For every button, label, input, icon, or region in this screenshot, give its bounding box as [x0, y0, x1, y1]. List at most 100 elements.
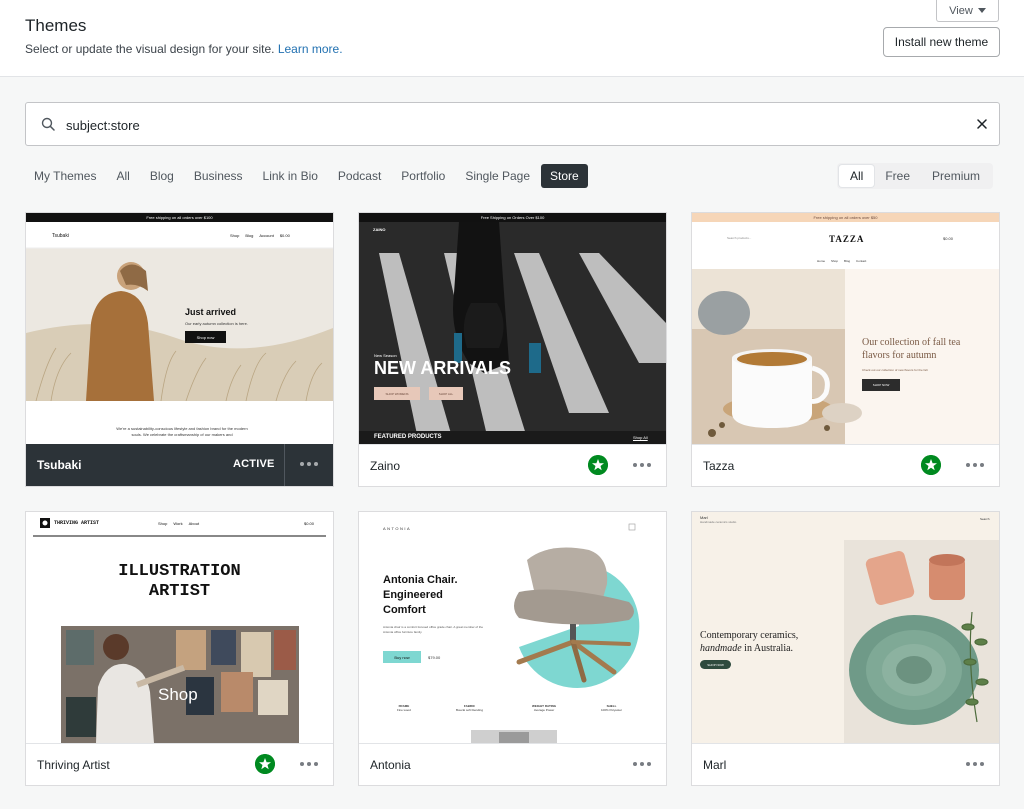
ellipsis-icon[interactable]: [300, 758, 320, 770]
filter-premium[interactable]: Premium: [921, 165, 991, 187]
close-icon[interactable]: [976, 118, 988, 130]
theme-preview[interactable]: Free shipping on all orders over $100 Ts…: [26, 213, 333, 444]
theme-name: Marl: [703, 758, 727, 772]
theme-preview[interactable]: Free shipping on all orders over $50 Sea…: [692, 213, 999, 444]
preview-nav-item: Shop: [158, 521, 168, 526]
preview-banner: Free shipping on all orders over $50: [813, 215, 878, 220]
theme-name: Tazza: [703, 459, 735, 473]
theme-card-footer: Zaino: [359, 444, 666, 486]
ellipsis-icon[interactable]: [633, 459, 653, 471]
theme-card-zaino[interactable]: Free Shipping on Orders Over $100 ZAINO …: [358, 212, 667, 487]
preview-price: $79.00: [428, 655, 441, 660]
preview-nav-item: Shop: [230, 233, 240, 238]
theme-name: Antonia: [370, 758, 411, 772]
preview-spec: WEIGHT RATING Average Power: [532, 704, 556, 712]
thriving-artist-preview-art: [26, 512, 333, 743]
preview-tagline: Handmade ceramics studio: [700, 520, 737, 524]
preview-nav-item: About: [188, 521, 200, 526]
theme-card-tsubaki[interactable]: Free shipping on all orders over $100 Ts…: [25, 212, 334, 487]
preview-sub: Check out our collection of new flavors …: [862, 368, 929, 372]
star-icon: [588, 455, 608, 475]
headline-text: Contemporary ceramics,: [700, 630, 799, 641]
filter-all[interactable]: All: [839, 165, 875, 187]
preview-nav-item: Work: [173, 521, 183, 526]
theme-card-thriving-artist[interactable]: THRIVING ARTIST Shop Work About $0.00 IL…: [25, 511, 334, 786]
preview-search: Search products...: [727, 236, 752, 240]
star-icon: [255, 754, 275, 774]
tab-business[interactable]: Business: [185, 164, 252, 188]
preview-nav-item: Blog: [844, 259, 851, 263]
preview-headline: NEW ARRIVALS: [374, 358, 511, 378]
preview-banner: Free shipping on all orders over $100: [146, 215, 213, 220]
preview-nav: Shop Blog Account $0.00: [230, 233, 290, 238]
preview-nav-item: Home: [817, 259, 826, 263]
theme-name: Zaino: [370, 459, 401, 473]
chevron-down-icon: [977, 8, 986, 13]
tab-store[interactable]: Store: [541, 164, 588, 188]
theme-card-marl[interactable]: Marl Handmade ceramics studio Search Con…: [691, 511, 1000, 786]
preview-body: We're a sustainability-conscious lifesty…: [116, 426, 248, 437]
category-tabs: My Themes All Blog Business Link in Bio …: [25, 164, 590, 188]
preview-nav-item: Account: [259, 233, 274, 238]
theme-preview[interactable]: Marl Handmade ceramics studio Search Con…: [692, 512, 999, 743]
preview-logo: Tsubaki: [52, 233, 69, 239]
preview-sub: Our early autumn collection is here.: [185, 321, 248, 326]
preview-link: Shop All: [633, 435, 648, 440]
filter-free[interactable]: Free: [874, 165, 921, 187]
subtitle-text: Select or update the visual design for y…: [25, 42, 275, 56]
preview-sub: Antonia chair is a comfort focused offic…: [383, 625, 483, 634]
tab-all[interactable]: All: [107, 164, 138, 188]
tab-portfolio[interactable]: Portfolio: [392, 164, 454, 188]
page-header: Themes Select or update the visual desig…: [0, 0, 1024, 77]
theme-card-antonia[interactable]: ANTONIA Antonia Chair. Engineered Comfor…: [358, 511, 667, 786]
theme-card-footer: Tsubaki ACTIVE: [26, 444, 333, 486]
tab-link-in-bio[interactable]: Link in Bio: [254, 164, 327, 188]
tab-single-page[interactable]: Single Page: [456, 164, 539, 188]
theme-preview[interactable]: ANTONIA Antonia Chair. Engineered Comfor…: [359, 512, 666, 743]
tab-podcast[interactable]: Podcast: [329, 164, 390, 188]
theme-search: [25, 102, 1000, 146]
preview-cta: SHOP NOW: [862, 379, 900, 391]
learn-more-link[interactable]: Learn more.: [278, 42, 343, 56]
tab-blog[interactable]: Blog: [141, 164, 183, 188]
theme-card-footer: Marl: [692, 743, 999, 785]
ellipsis-icon[interactable]: [966, 459, 986, 471]
theme-preview[interactable]: THRIVING ARTIST Shop Work About $0.00 IL…: [26, 512, 333, 743]
preview-overlay: Shop: [158, 685, 198, 704]
page-subtitle: Select or update the visual design for y…: [25, 42, 343, 56]
preview-nav-item: Blog: [245, 233, 254, 238]
preview-headline: ARTIST: [148, 582, 211, 601]
theme-card-footer: Tazza: [692, 444, 999, 486]
theme-name: Tsubaki: [37, 458, 82, 472]
search-input[interactable]: [66, 113, 946, 137]
tab-my-themes[interactable]: My Themes: [25, 164, 105, 188]
preview-headline: ILLUSTRATION: [118, 562, 241, 581]
ellipsis-icon[interactable]: [966, 758, 986, 770]
install-new-theme-button[interactable]: Install new theme: [883, 27, 1000, 57]
ellipsis-icon[interactable]: [300, 458, 320, 470]
spec-value: Average Power: [533, 708, 555, 712]
preview-banner: Free Shipping on Orders Over $100: [480, 215, 545, 220]
view-dropdown[interactable]: View: [936, 0, 999, 22]
star-icon: [921, 455, 941, 475]
ellipsis-icon[interactable]: [633, 758, 653, 770]
tazza-preview-art: [692, 213, 999, 444]
headline-end: in Australia.: [744, 643, 794, 654]
preview-logo: ZAINO: [373, 227, 386, 232]
headline-em: handmade: [700, 643, 742, 654]
theme-card-tazza[interactable]: Free shipping on all orders over $50 Sea…: [691, 212, 1000, 487]
tsubaki-preview-art: [26, 213, 333, 444]
theme-card-footer: Antonia: [359, 743, 666, 785]
theme-preview[interactable]: Free Shipping on Orders Over $100 ZAINO …: [359, 213, 666, 444]
active-badge: ACTIVE: [233, 458, 275, 470]
preview-nav-item: Contact: [856, 259, 867, 263]
preview-nav-item: $0.00: [279, 233, 290, 238]
preview-cart: $0.00: [304, 521, 315, 526]
preview-headline: Contemporary ceramics, handmade in Austr…: [700, 629, 840, 655]
preview-nav: Home Shop Blog Contact: [817, 259, 866, 263]
preview-logo: THRIVING ARTIST: [54, 520, 100, 526]
preview-cart: $0.00: [943, 236, 954, 241]
page-title: Themes: [25, 16, 87, 35]
marl-preview-art: [692, 512, 999, 743]
spec-value: Bouclé soft blending: [456, 708, 484, 712]
